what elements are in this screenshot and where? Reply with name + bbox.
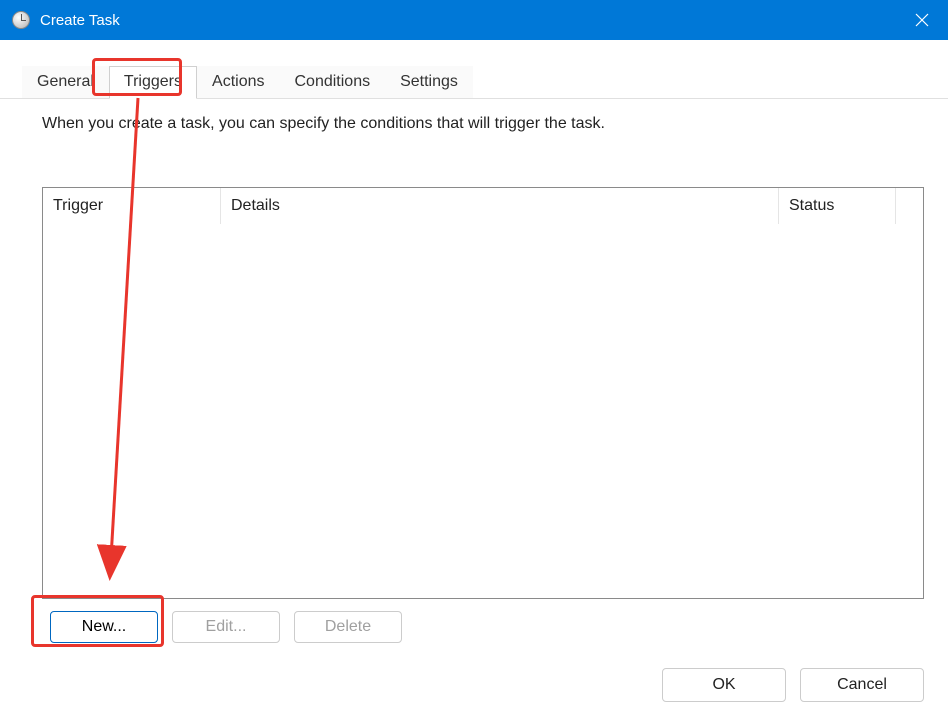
cancel-button[interactable]: Cancel [800,668,924,702]
tab-settings[interactable]: Settings [385,66,473,98]
tab-general[interactable]: General [22,66,109,98]
tab-triggers[interactable]: Triggers [109,66,197,99]
column-header-details[interactable]: Details [221,188,779,224]
delete-button: Delete [294,611,402,643]
close-icon [915,13,929,27]
dialog-buttons: OK Cancel [662,668,924,702]
tab-actions[interactable]: Actions [197,66,279,98]
column-header-spacer [895,188,923,224]
column-header-status[interactable]: Status [779,188,895,224]
table-header: Trigger Details Status [43,188,923,224]
table-body[interactable] [43,224,923,598]
new-button[interactable]: New... [50,611,158,643]
edit-button: Edit... [172,611,280,643]
tab-strip: General Triggers Actions Conditions Sett… [0,40,948,99]
panel-description: When you create a task, you can specify … [42,115,924,133]
button-row: New... Edit... Delete [42,611,924,643]
ok-button[interactable]: OK [662,668,786,702]
triggers-table: Trigger Details Status [42,187,924,599]
titlebar-left: Create Task [12,11,120,29]
content-area: General Triggers Actions Conditions Sett… [0,40,948,720]
titlebar: Create Task [0,0,948,40]
tab-conditions[interactable]: Conditions [279,66,385,98]
window-title: Create Task [40,12,120,29]
column-header-trigger[interactable]: Trigger [43,188,221,224]
clock-icon [12,11,30,29]
tab-panel-triggers: When you create a task, you can specify … [0,99,948,659]
close-button[interactable] [896,0,948,40]
